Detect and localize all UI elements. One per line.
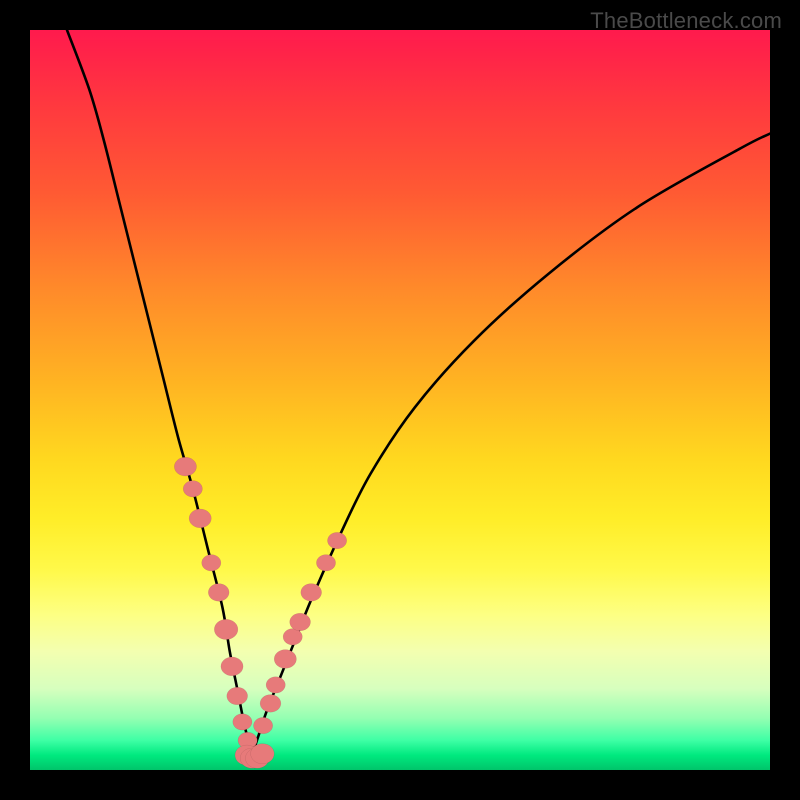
- bead-bottom-3: [251, 744, 275, 764]
- bottleneck-curve-right-branch: [252, 134, 770, 756]
- bead-right-5: [290, 613, 311, 631]
- bead-right-2: [266, 677, 285, 693]
- bead-left-7: [227, 687, 248, 705]
- bead-left-5: [214, 619, 238, 639]
- bead-bottom-0: [235, 745, 259, 765]
- bead-right-3: [274, 650, 296, 669]
- bead-right-6: [301, 584, 322, 602]
- bead-left-6: [221, 657, 243, 676]
- bead-right-7: [316, 555, 335, 571]
- bead-right-1: [260, 695, 281, 713]
- bead-left-4: [208, 584, 229, 602]
- bead-right-0: [254, 717, 273, 733]
- bottleneck-curve-left-branch: [67, 30, 252, 755]
- bead-left-8: [233, 714, 252, 730]
- bead-left-2: [189, 509, 211, 528]
- bead-left-0: [174, 457, 196, 476]
- bead-left-9: [238, 732, 257, 748]
- curve-layer: [30, 30, 770, 770]
- plot-area: [30, 30, 770, 770]
- bead-right-4: [283, 629, 302, 645]
- bead-bottom-1: [240, 748, 264, 768]
- chart-container: TheBottleneck.com: [0, 0, 800, 800]
- bead-right-8: [328, 532, 347, 548]
- bead-bottom-2: [245, 748, 269, 768]
- bead-left-1: [183, 481, 202, 497]
- bead-left-3: [202, 555, 221, 571]
